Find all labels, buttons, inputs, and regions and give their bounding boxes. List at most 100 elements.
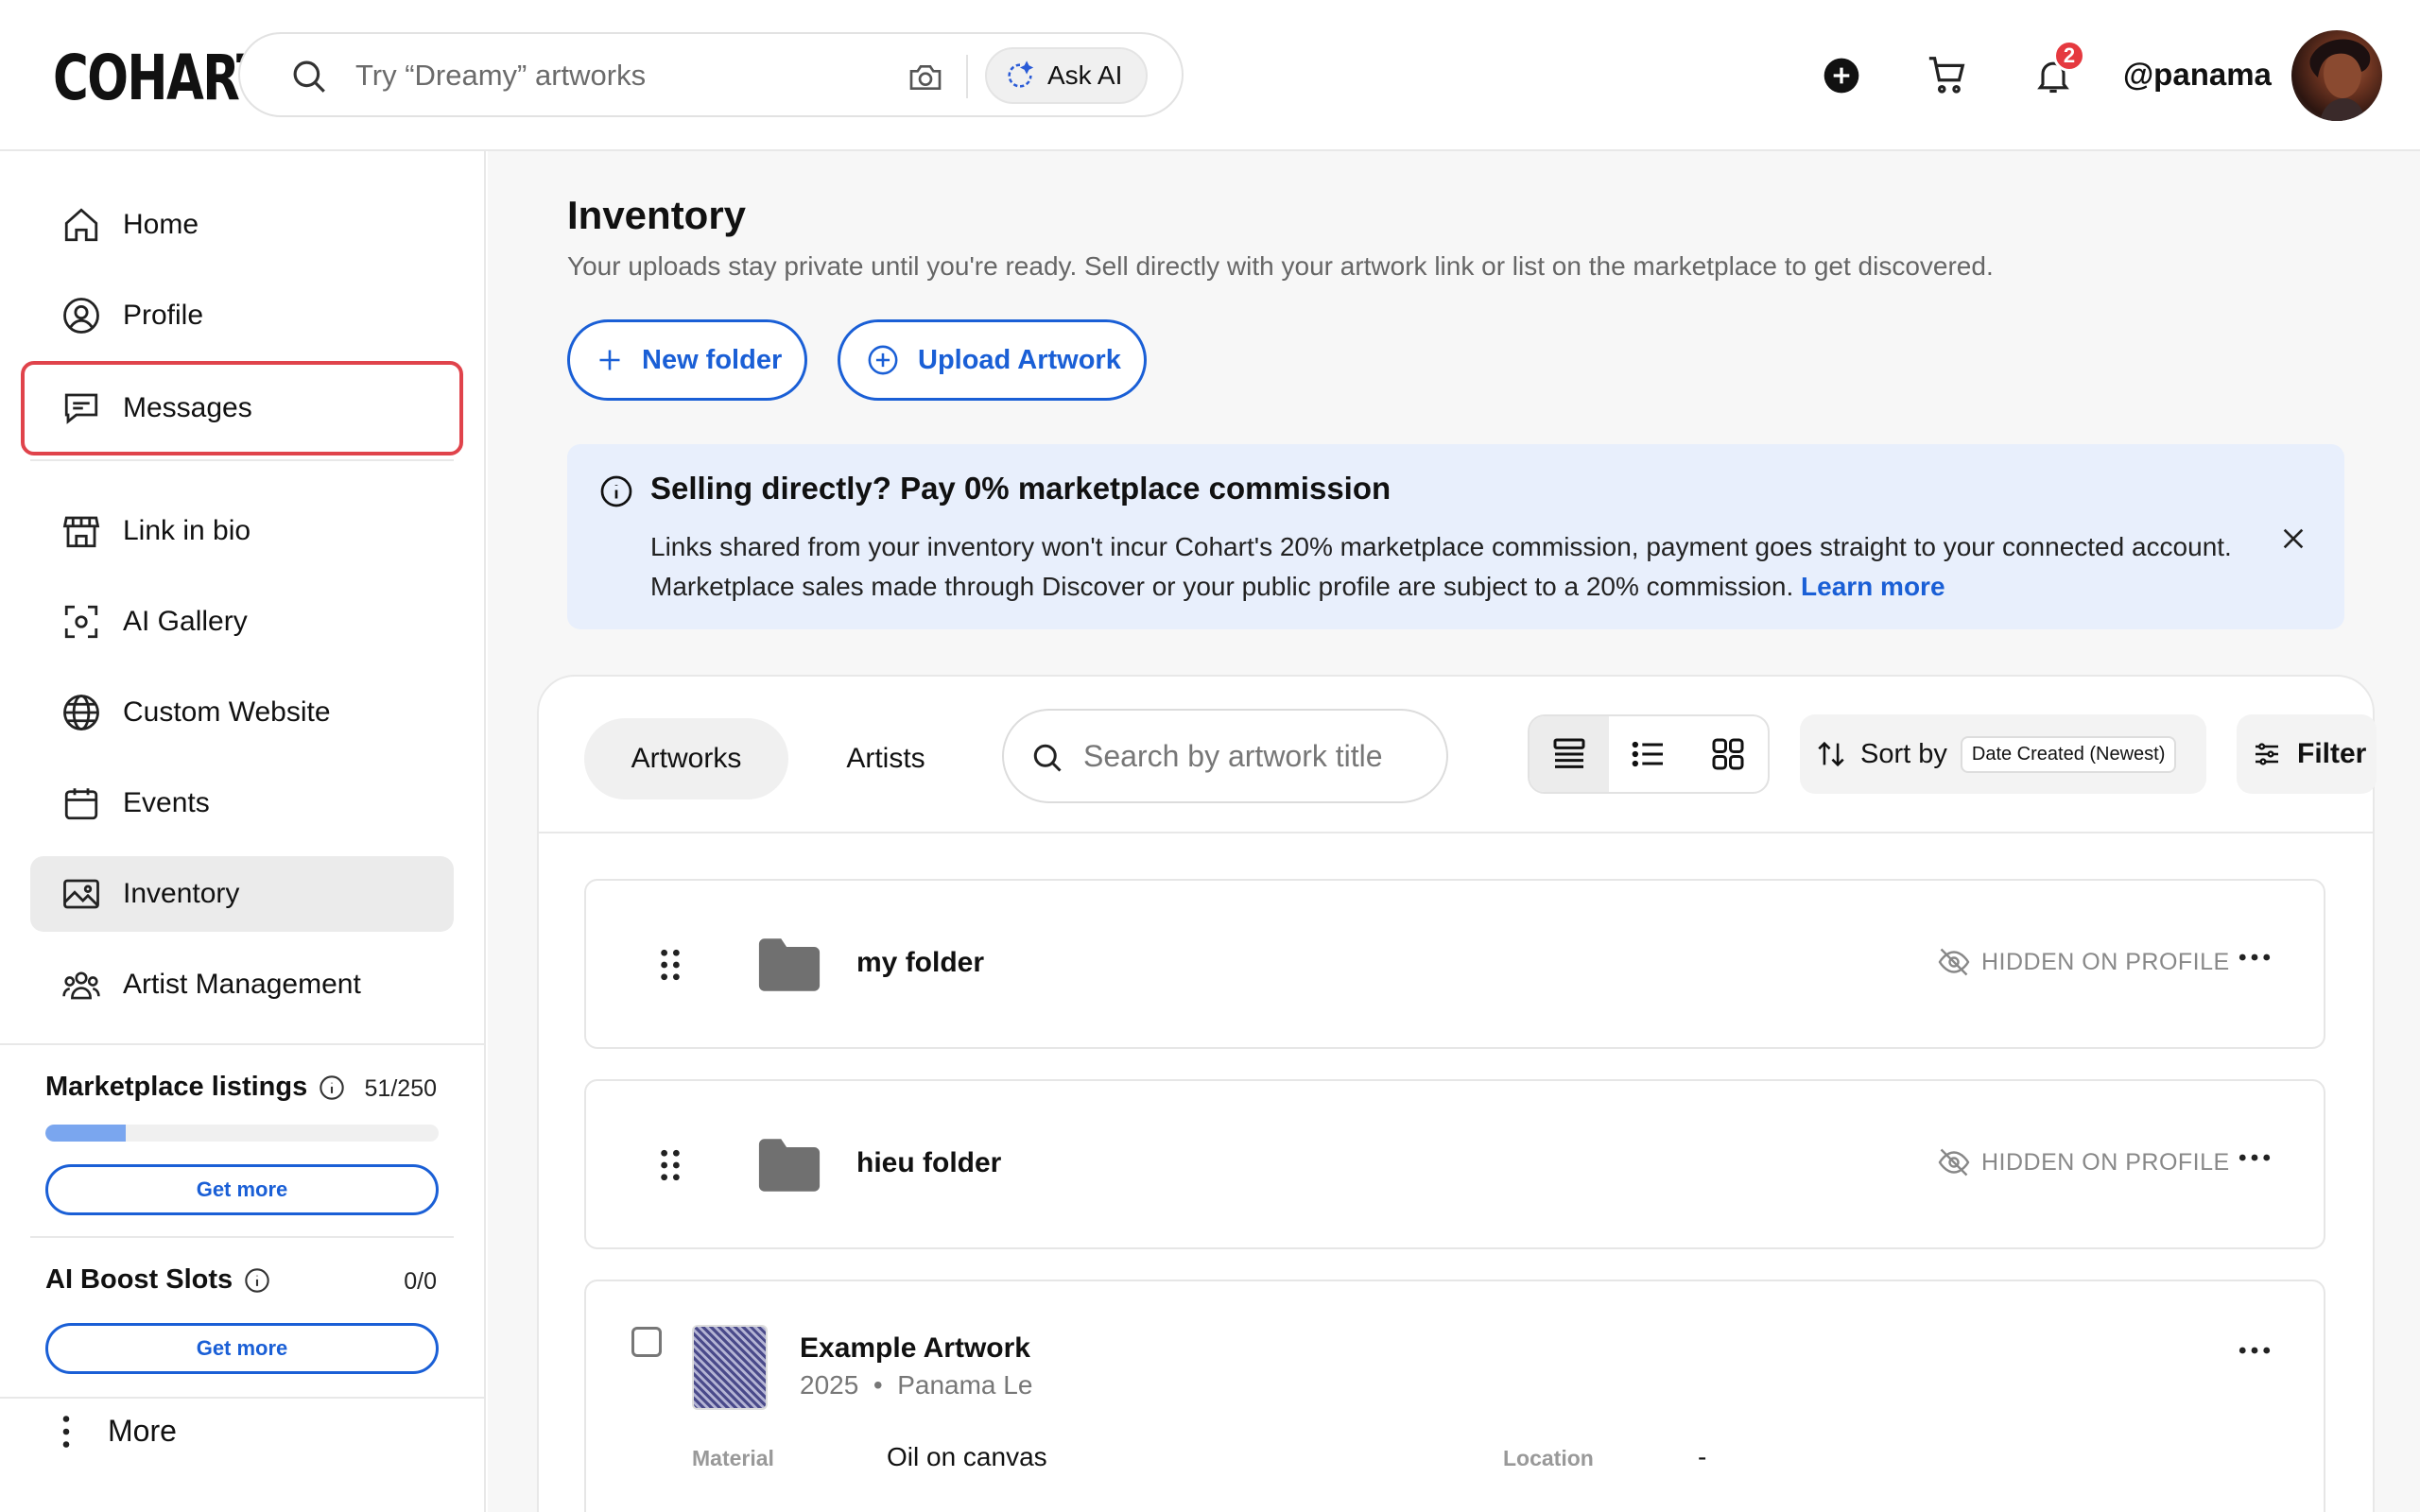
search-divider: [966, 55, 968, 98]
top-header: COHART Try “Dreamy” artworks Ask AI 2 @p…: [0, 0, 2420, 151]
tab-artworks[interactable]: Artworks: [584, 718, 788, 799]
drag-handle-icon[interactable]: [660, 949, 681, 981]
folder-row[interactable]: hieu folder HIDDEN ON PROFILE: [584, 1079, 2325, 1249]
plus-circle-icon: [867, 344, 899, 376]
search-icon: [1030, 741, 1064, 775]
more-options-icon[interactable]: [2238, 1153, 2271, 1162]
visibility-status-text: HIDDEN ON PROFILE: [1981, 948, 2230, 975]
add-icon[interactable]: [1823, 57, 1860, 94]
info-icon[interactable]: [244, 1267, 270, 1294]
sort-by-label: Sort by: [1860, 738, 1947, 769]
close-icon[interactable]: [2278, 524, 2308, 554]
artwork-artist: Panama Le: [897, 1370, 1033, 1400]
notification-badge: 2: [2053, 40, 2085, 72]
cohart-logo[interactable]: COHART: [53, 42, 269, 114]
storefront-icon: [60, 510, 102, 552]
scan-icon: [60, 601, 102, 643]
marketplace-get-more-button[interactable]: Get more: [45, 1164, 439, 1215]
cart-icon[interactable]: [1925, 53, 1970, 96]
location-label: Location: [1503, 1446, 1594, 1470]
sidebar-item-ai-gallery[interactable]: AI Gallery: [30, 584, 454, 660]
upload-artwork-label: Upload Artwork: [918, 344, 1121, 375]
sidebar-item-label: Profile: [123, 300, 204, 331]
home-icon: [60, 204, 102, 246]
globe-icon: [60, 692, 102, 733]
sidebar-item-custom-website[interactable]: Custom Website: [30, 675, 454, 750]
location-value: -: [1698, 1442, 1707, 1471]
material-value: Oil on canvas: [887, 1442, 1047, 1471]
info-icon[interactable]: [319, 1074, 345, 1101]
sort-value-chip: Date Created (Newest): [1960, 735, 2177, 773]
plus-icon: [596, 347, 623, 373]
global-search[interactable]: Try “Dreamy” artworks Ask AI: [238, 32, 1184, 117]
camera-icon[interactable]: [906, 59, 945, 96]
sidebar-item-inventory[interactable]: Inventory: [30, 856, 454, 932]
avatar[interactable]: [2291, 30, 2382, 121]
filter-label: Filter: [2297, 738, 2367, 769]
sliders-icon: [2252, 739, 2282, 769]
more-options-icon[interactable]: [2238, 1346, 2271, 1355]
username[interactable]: @panama: [2123, 57, 2272, 93]
eye-off-icon: [1936, 945, 1972, 979]
learn-more-link[interactable]: Learn more: [1801, 572, 1945, 601]
sidebar-item-link-in-bio[interactable]: Link in bio: [30, 493, 454, 569]
inventory-toolbar: Artworks Artists Search by artwork title…: [539, 677, 2377, 833]
ask-ai-label: Ask AI: [1047, 60, 1123, 90]
sidebar-item-label: Custom Website: [123, 696, 331, 728]
ai-sparkle-icon: [1004, 60, 1036, 92]
ai-boost-slots-count: 0/0: [404, 1268, 437, 1295]
sidebar-item-label: Link in bio: [123, 515, 251, 546]
sidebar-divider: [0, 1397, 484, 1399]
visibility-status: HIDDEN ON PROFILE: [1936, 1145, 2230, 1179]
sidebar-divider: [30, 459, 454, 461]
notice-title: Selling directly? Pay 0% marketplace com…: [650, 471, 1392, 506]
progress-fill: [45, 1125, 126, 1142]
new-folder-button[interactable]: New folder: [567, 319, 808, 401]
sidebar-item-home[interactable]: Home: [30, 187, 454, 263]
view-mode-toggle: [1528, 714, 1770, 794]
drag-handle-icon[interactable]: [660, 1149, 681, 1181]
sort-by-button[interactable]: Sort by Date Created (Newest): [1800, 714, 2206, 794]
artwork-title[interactable]: Example Artwork: [800, 1332, 1030, 1365]
search-icon: [289, 57, 329, 96]
sidebar-item-messages[interactable]: Messages: [21, 361, 463, 455]
sidebar-item-artist-management[interactable]: Artist Management: [30, 947, 454, 1022]
ai-boost-slots-label: AI Boost Slots: [45, 1264, 270, 1296]
compact-list-view-button[interactable]: [1530, 716, 1609, 792]
filter-button[interactable]: Filter: [2237, 714, 2377, 794]
search-placeholder[interactable]: Try “Dreamy” artworks: [355, 59, 646, 93]
artwork-search-input[interactable]: Search by artwork title: [1002, 709, 1448, 803]
notice-body-text: Links shared from your inventory won't i…: [650, 532, 2232, 601]
messages-icon: [60, 387, 102, 429]
sort-arrows-icon: [1815, 738, 1847, 770]
sidebar-item-profile[interactable]: Profile: [30, 278, 454, 353]
inventory-panel: Artworks Artists Search by artwork title…: [537, 675, 2377, 1512]
marketplace-listings-text: Marketplace listings: [45, 1072, 308, 1102]
folder-name[interactable]: hieu folder: [856, 1147, 1001, 1179]
sidebar-item-events[interactable]: Events: [30, 765, 454, 841]
calendar-icon: [60, 782, 102, 824]
visibility-status: HIDDEN ON PROFILE: [1936, 945, 2230, 979]
artwork-search-placeholder: Search by artwork title: [1083, 739, 1383, 773]
grid-view-button[interactable]: [1688, 716, 1768, 792]
tab-artists[interactable]: Artists: [807, 718, 964, 799]
ai-boost-get-more-button[interactable]: Get more: [45, 1323, 439, 1374]
upload-artwork-button[interactable]: Upload Artwork: [838, 319, 1147, 401]
list-view-button[interactable]: [1609, 716, 1688, 792]
folder-row[interactable]: my folder HIDDEN ON PROFILE: [584, 879, 2325, 1049]
artwork-row[interactable]: Example Artwork 2025 • Panama Le Materia…: [584, 1280, 2325, 1512]
more-options-icon[interactable]: [2238, 953, 2271, 962]
ask-ai-button[interactable]: Ask AI: [985, 47, 1148, 104]
sidebar-divider: [0, 1043, 484, 1045]
folder-name[interactable]: my folder: [856, 947, 984, 979]
new-folder-label: New folder: [642, 344, 783, 375]
notice-body: Links shared from your inventory won't i…: [650, 527, 2257, 607]
artwork-thumbnail[interactable]: [692, 1325, 768, 1410]
vertical-dots-icon: [60, 1415, 72, 1449]
more-menu[interactable]: More: [60, 1414, 177, 1449]
folder-icon: [756, 936, 822, 994]
main-content: Inventory Your uploads stay private unti…: [488, 151, 2420, 1512]
sidebar: Home Profile Messages Link in bio AI Gal…: [0, 151, 486, 1512]
eye-off-icon: [1936, 1145, 1972, 1179]
artwork-checkbox[interactable]: [631, 1327, 662, 1357]
